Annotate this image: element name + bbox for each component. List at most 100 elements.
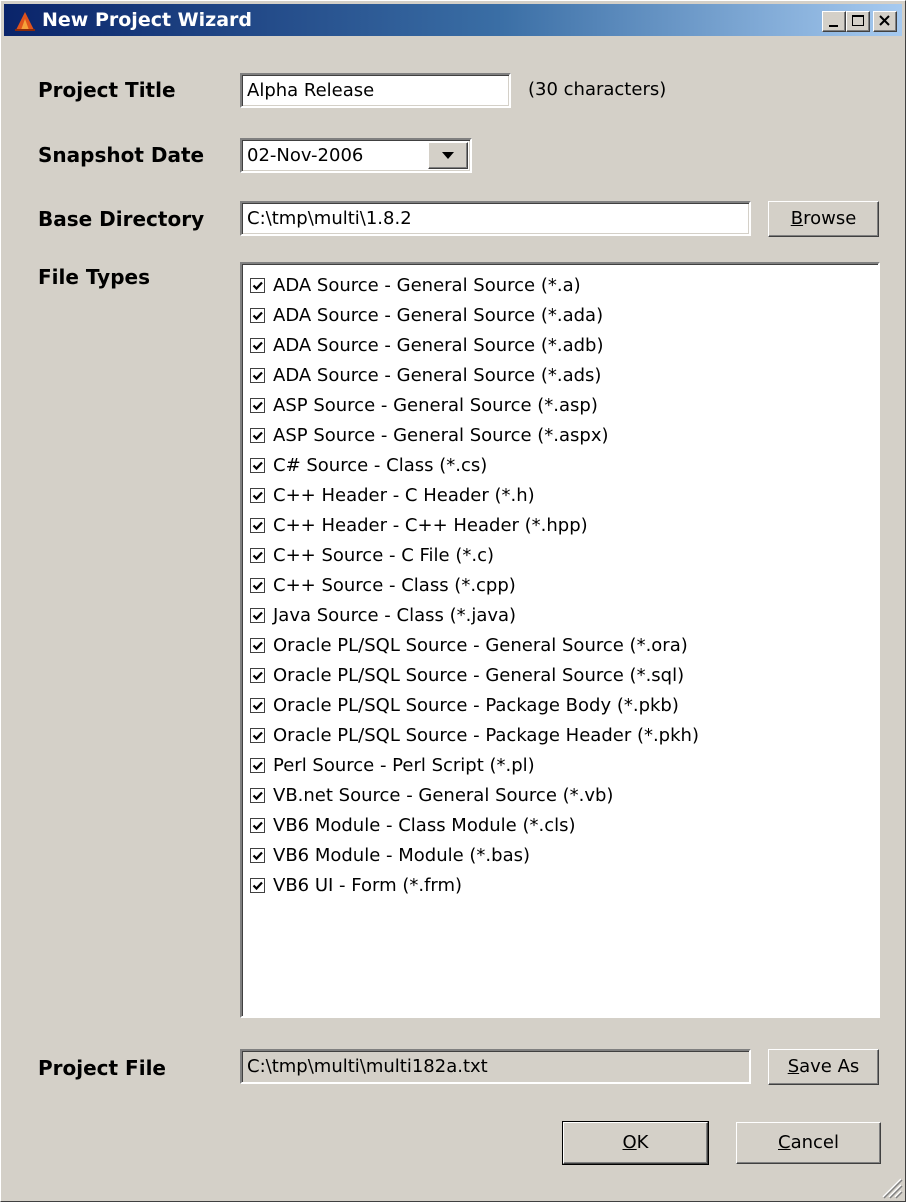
- minimize-icon: [829, 25, 838, 27]
- file-type-checkbox[interactable]: [250, 697, 265, 713]
- file-type-checkbox[interactable]: [250, 457, 265, 473]
- file-type-checkbox[interactable]: [250, 847, 265, 863]
- file-type-item[interactable]: Java Source - Class (*.java): [250, 600, 516, 630]
- file-type-item[interactable]: Perl Source - Perl Script (*.pl): [250, 750, 535, 780]
- new-project-wizard-window: New Project Wizard Project Title Alpha R…: [0, 0, 906, 1202]
- checkmark-icon: [252, 791, 263, 800]
- file-type-checkbox[interactable]: [250, 427, 265, 443]
- file-type-checkbox[interactable]: [250, 577, 265, 593]
- file-type-checkbox[interactable]: [250, 337, 265, 353]
- file-type-checkbox[interactable]: [250, 307, 265, 323]
- file-type-label: Oracle PL/SQL Source - General Source (*…: [273, 664, 685, 686]
- checkmark-icon: [252, 431, 263, 440]
- close-button[interactable]: [873, 11, 897, 32]
- project-title-input[interactable]: Alpha Release: [240, 73, 511, 108]
- save-as-button-label: ave As: [799, 1056, 860, 1077]
- file-type-label: Oracle PL/SQL Source - Package Header (*…: [273, 724, 699, 746]
- browse-button-label: rowse: [803, 208, 857, 229]
- file-type-item[interactable]: ASP Source - General Source (*.aspx): [250, 420, 609, 450]
- file-type-item[interactable]: ADA Source - General Source (*.a): [250, 270, 581, 300]
- file-type-item[interactable]: Oracle PL/SQL Source - Package Body (*.p…: [250, 690, 679, 720]
- file-type-label: ADA Source - General Source (*.ads): [273, 364, 602, 386]
- chevron-down-icon: [442, 152, 454, 159]
- file-type-label: Oracle PL/SQL Source - General Source (*…: [273, 634, 688, 656]
- file-type-item[interactable]: C++ Header - C Header (*.h): [250, 480, 535, 510]
- file-type-item[interactable]: VB6 Module - Module (*.bas): [250, 840, 530, 870]
- maximize-button[interactable]: [846, 11, 870, 32]
- file-type-item[interactable]: VB.net Source - General Source (*.vb): [250, 780, 613, 810]
- file-type-item[interactable]: Oracle PL/SQL Source - General Source (*…: [250, 630, 688, 660]
- ok-underlined-letter: O: [622, 1132, 637, 1153]
- snapshot-date-label: Snapshot Date: [38, 143, 205, 167]
- file-type-checkbox[interactable]: [250, 637, 265, 653]
- file-type-item[interactable]: ADA Source - General Source (*.ada): [250, 300, 603, 330]
- browse-button[interactable]: Browse: [768, 201, 879, 237]
- file-type-checkbox[interactable]: [250, 817, 265, 833]
- file-type-label: C# Source - Class (*.cs): [273, 454, 488, 476]
- file-types-label: File Types: [38, 265, 150, 289]
- cancel-underlined-letter: C: [778, 1132, 791, 1153]
- file-type-item[interactable]: VB6 UI - Form (*.frm): [250, 870, 462, 900]
- file-type-item[interactable]: Oracle PL/SQL Source - Package Header (*…: [250, 720, 699, 750]
- file-type-checkbox[interactable]: [250, 277, 265, 293]
- snapshot-date-dropdown-button[interactable]: [428, 142, 468, 169]
- project-file-input[interactable]: C:\tmp\multi\multi182a.txt: [240, 1049, 751, 1084]
- file-type-label: ADA Source - General Source (*.adb): [273, 334, 604, 356]
- title-bar[interactable]: New Project Wizard: [4, 4, 902, 36]
- ok-button[interactable]: OK: [562, 1121, 709, 1165]
- project-title-value: Alpha Release: [247, 80, 375, 101]
- cancel-button-label: ancel: [790, 1132, 839, 1153]
- cancel-button[interactable]: Cancel: [736, 1122, 881, 1164]
- file-type-checkbox[interactable]: [250, 607, 265, 623]
- checkmark-icon: [252, 851, 263, 860]
- file-type-item[interactable]: C# Source - Class (*.cs): [250, 450, 487, 480]
- base-directory-label: Base Directory: [38, 207, 205, 231]
- snapshot-date-dropdown[interactable]: 02-Nov-2006: [240, 138, 472, 173]
- file-type-checkbox[interactable]: [250, 787, 265, 803]
- file-type-checkbox[interactable]: [250, 877, 265, 893]
- file-type-item[interactable]: Oracle PL/SQL Source - General Source (*…: [250, 660, 684, 690]
- file-type-item[interactable]: ADA Source - General Source (*.ads): [250, 360, 601, 390]
- checkmark-icon: [252, 521, 263, 530]
- file-type-checkbox[interactable]: [250, 667, 265, 683]
- project-title-label: Project Title: [38, 78, 176, 102]
- file-type-item[interactable]: C++ Source - Class (*.cpp): [250, 570, 516, 600]
- save-as-button[interactable]: Save As: [768, 1049, 879, 1085]
- project-file-value: C:\tmp\multi\multi182a.txt: [247, 1056, 488, 1077]
- checkmark-icon: [252, 581, 263, 590]
- close-icon: [879, 15, 890, 26]
- file-type-label: C++ Source - C File (*.c): [273, 544, 495, 566]
- file-type-checkbox[interactable]: [250, 367, 265, 383]
- file-type-label: VB6 Module - Class Module (*.cls): [273, 814, 576, 836]
- file-type-checkbox[interactable]: [250, 757, 265, 773]
- resize-grip-icon[interactable]: [877, 1173, 903, 1199]
- checkmark-icon: [252, 461, 263, 470]
- file-type-checkbox[interactable]: [250, 517, 265, 533]
- checkmark-icon: [252, 881, 263, 890]
- file-type-item[interactable]: ADA Source - General Source (*.adb): [250, 330, 604, 360]
- file-type-label: Java Source - Class (*.java): [273, 604, 517, 626]
- checkmark-icon: [252, 701, 263, 710]
- file-type-item[interactable]: C++ Header - C++ Header (*.hpp): [250, 510, 588, 540]
- checkmark-icon: [252, 671, 263, 680]
- file-type-checkbox[interactable]: [250, 727, 265, 743]
- save-as-underlined-letter: S: [787, 1056, 800, 1077]
- checkmark-icon: [252, 311, 263, 320]
- file-type-label: C++ Source - Class (*.cpp): [273, 574, 516, 596]
- base-directory-input[interactable]: C:\tmp\multi\1.8.2: [240, 201, 751, 236]
- file-type-checkbox[interactable]: [250, 397, 265, 413]
- file-type-item[interactable]: VB6 Module - Class Module (*.cls): [250, 810, 576, 840]
- file-type-checkbox[interactable]: [250, 547, 265, 563]
- checkmark-icon: [252, 281, 263, 290]
- file-type-item[interactable]: ASP Source - General Source (*.asp): [250, 390, 598, 420]
- file-type-label: Oracle PL/SQL Source - Package Body (*.p…: [273, 694, 679, 716]
- checkmark-icon: [252, 401, 263, 410]
- checkmark-icon: [252, 551, 263, 560]
- ok-button-label: K: [636, 1132, 649, 1153]
- file-type-item[interactable]: C++ Source - C File (*.c): [250, 540, 494, 570]
- file-types-list[interactable]: ADA Source - General Source (*.a) ADA Sou…: [240, 262, 880, 1018]
- file-type-label: ADA Source - General Source (*.ada): [273, 304, 604, 326]
- project-file-label: Project File: [38, 1056, 166, 1080]
- minimize-button[interactable]: [822, 11, 846, 32]
- file-type-checkbox[interactable]: [250, 487, 265, 503]
